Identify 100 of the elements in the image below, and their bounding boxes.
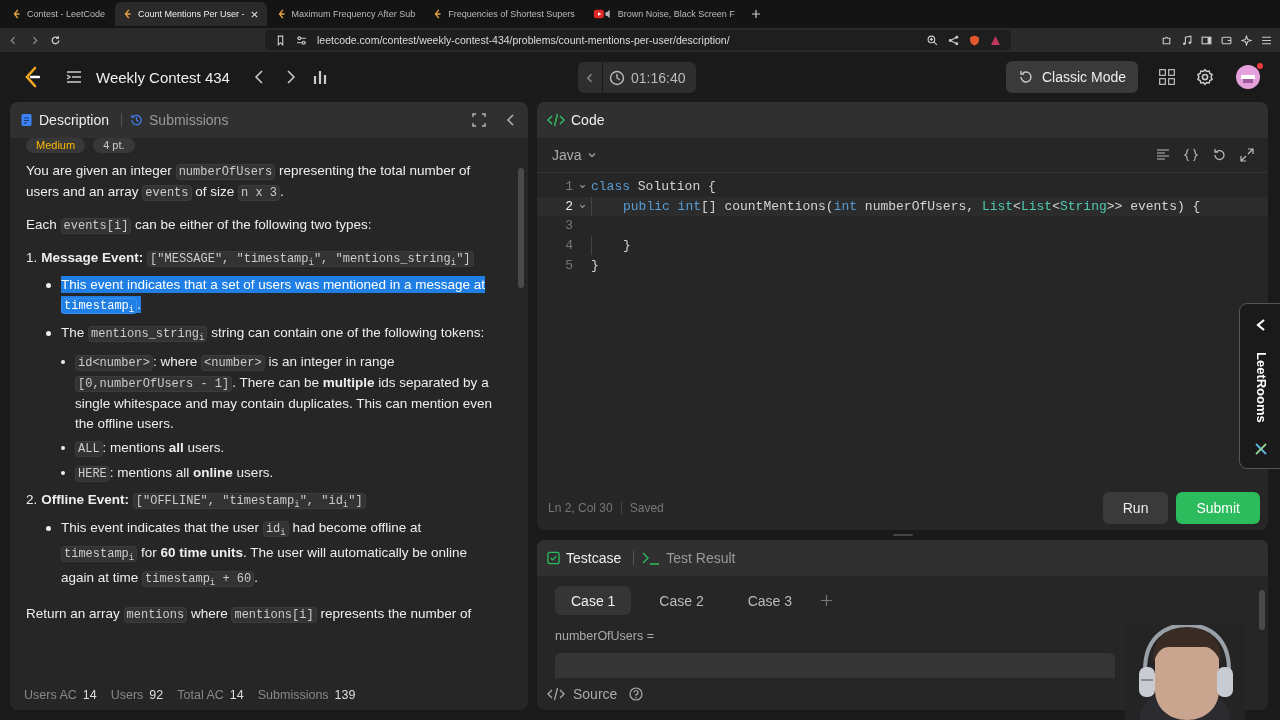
line-number: 4 [564,238,573,254]
caret-icon [586,150,597,160]
case-tab[interactable]: Case 1 [555,586,632,615]
difficulty-tag: Medium [26,138,86,153]
sparkle-icon[interactable] [1241,34,1252,46]
bullet-icon [46,525,51,531]
run-button[interactable]: Run [1102,492,1169,524]
code-line: public int[] countMentions(int numberOfUsers, List<List<String>> events) { [623,198,1201,214]
wallet-icon[interactable] [1221,34,1232,46]
bullet-icon [46,283,51,289]
case-tab[interactable]: Case 2 [643,586,720,615]
puzzle-icon[interactable] [1161,34,1172,46]
clock-icon [609,69,625,86]
bullet-icon [61,360,65,365]
new-tab-icon[interactable] [750,9,761,19]
zoom-icon[interactable] [927,34,938,46]
reload-icon[interactable] [50,34,61,46]
cursor-position: Ln 2, Col 30 [548,501,613,515]
bookmark-icon[interactable] [275,34,286,46]
document-icon [20,113,33,127]
line-number: 5 [564,257,573,273]
stat-label: Users AC [24,688,77,702]
classic-mode-button[interactable]: Classic Mode [1005,61,1138,93]
bullet-icon [61,446,65,451]
case-tab[interactable]: Case 3 [731,586,809,615]
panel-tab[interactable]: Description [20,112,123,128]
leetcode-logo-icon [123,9,134,19]
bullet-text: The mentions_string$_{i}$ string can contain one of the following tokens: [61,323,486,346]
code-icon[interactable] [547,687,565,701]
code-line: class Solution { [591,179,716,195]
side-panel-tab[interactable]: LeetRooms [1239,303,1280,469]
braces-icon[interactable] [1184,148,1198,162]
sidebar-icon[interactable] [1201,34,1212,46]
bullet-text: This event indicates that the user id$_{i}$ had become offline at timestamp$_{i}$ for 60 time units. The user will automatically be online again at time timestamp$_{i}$ + 60 . [61,518,469,591]
browser-tab[interactable]: Brown Noise, Black Screen F [584,2,743,26]
code-line: } [623,238,631,254]
terminal-icon [642,551,661,565]
fullscreen-icon[interactable] [472,113,486,127]
address-bar[interactable]: leetcode.com/contest/weekly-contest-434/problems/count-mentions-per-user/description/ [265,30,1011,50]
leetcode-logo-icon [12,9,22,19]
layout-grid-icon[interactable] [1158,68,1176,86]
code-tab[interactable]: Code [547,112,605,128]
reset-icon[interactable] [1212,148,1226,162]
paragraph: You are given an integer numberOfUsers representing the total number of users and an array events of size n x 3 . [26,162,472,203]
list-number: 1. [26,249,38,267]
browser-tab[interactable]: Frequencies of Shortest Supers [425,2,583,26]
panel-tab[interactable]: Submissions [130,112,229,128]
stat-label: Submissions [257,688,329,702]
stat-label: Total AC [177,688,224,702]
shield-icon[interactable] [969,34,980,46]
add-icon[interactable] [820,594,834,607]
contest-title[interactable]: Weekly Contest 434 [96,68,230,86]
stat-label: Users [110,688,144,702]
video-play-icon [592,9,613,19]
list-number: 2. [26,491,38,510]
line-number: 1 [564,179,573,195]
stat-value: 14 [229,688,244,702]
code-line: } [591,257,599,273]
paragraph: Return an array mentions where mentions[i] represents the number of [26,604,473,625]
browser-tab[interactable]: Maximum Frequency After Sub [268,2,424,26]
history-icon [130,113,144,127]
bullet-icon [46,330,51,336]
bullet-icon [61,471,65,476]
parameter-label: numberOfUsers = [555,629,655,643]
side-tab-label: LeetRooms [1253,351,1269,423]
help-icon[interactable] [629,687,644,701]
format-icon[interactable] [1156,148,1170,162]
avatar-icon[interactable] [1234,62,1264,92]
line-number: 3 [564,218,573,234]
triangle-icon[interactable] [990,34,1001,46]
browser-tab[interactable]: Count Mentions Per User - [115,2,267,26]
music-icon[interactable] [1181,34,1192,46]
undo-icon [1017,69,1034,85]
share-icon[interactable] [948,34,959,46]
close-icon[interactable] [1254,442,1268,456]
expand-icon[interactable] [1240,148,1254,162]
list-icon[interactable] [66,69,82,85]
site-settings-icon[interactable] [296,34,307,46]
browser-tab[interactable]: Contest - LeetCode [4,2,114,26]
points-tag: 4 pt. [93,138,135,153]
panel-tab[interactable]: Testcase [547,550,635,566]
bullet-text: HERE : mentions all online users. [75,463,492,485]
panel-tab[interactable]: Test Result [642,550,736,566]
timer-text: 01:16:40 [631,69,686,86]
menu-icon[interactable] [1261,34,1272,46]
source-link[interactable]: Source [573,686,618,702]
language-dropdown[interactable]: Java [546,146,603,164]
bullet-text: id<number> : where <number> is an integer in range [0,numberOfUsers - 1] . There can be multiple ids separated by a single whitespace and may contain duplicates. This can mention even the offline users. [75,353,492,434]
code-icon [547,113,565,127]
stat-value: 14 [82,688,97,702]
leetcode-logo-icon [433,9,444,19]
close-icon[interactable] [249,9,259,19]
bullet-text: ALL : mentions all users. [75,438,492,460]
settings-icon[interactable] [1196,68,1214,86]
leetcode-logo-icon [276,9,287,19]
list-item-heading: Message Event: ["MESSAGE", "timestamp$_{i}$", "mentions_string$_{i}$"] [41,248,474,274]
save-status: Saved [629,501,664,515]
bar-chart-icon[interactable] [311,69,328,85]
line-number: 2 [564,198,573,214]
paragraph: Each events[i] can be either of the following two types: [26,216,373,236]
